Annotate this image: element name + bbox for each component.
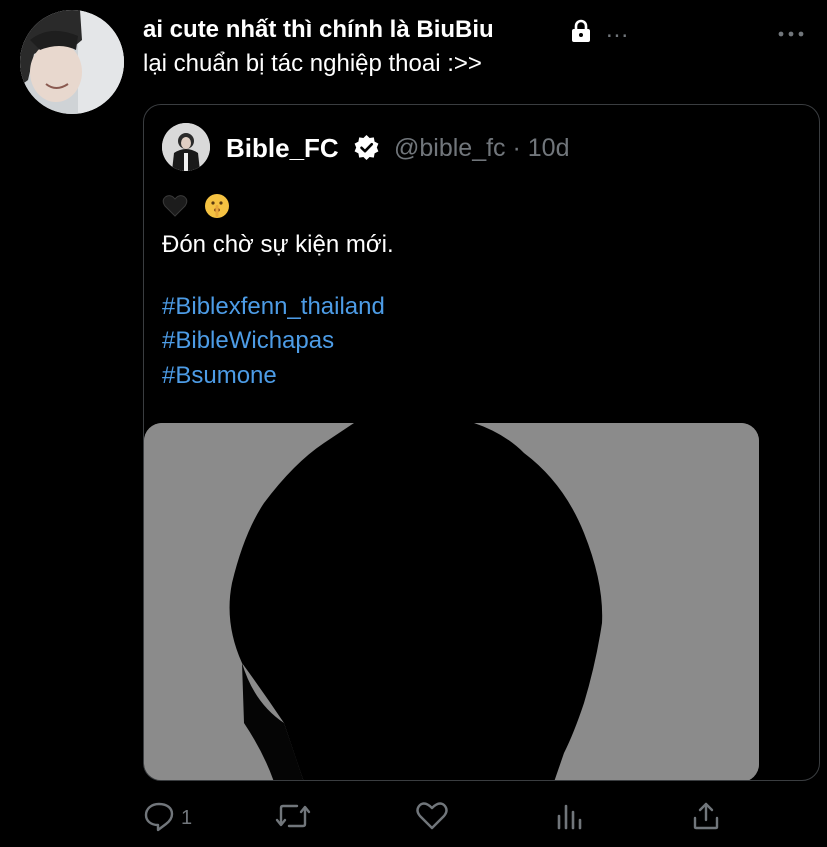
black-heart-icon bbox=[162, 194, 188, 218]
quoted-media-image[interactable] bbox=[144, 423, 759, 780]
author-name[interactable]: ai cute nhất thì chính là BiuBiu bbox=[143, 16, 494, 44]
shushing-face-icon bbox=[204, 193, 230, 219]
reply-icon bbox=[143, 800, 175, 832]
author-avatar[interactable] bbox=[20, 10, 124, 114]
share-icon bbox=[691, 800, 721, 832]
lock-icon bbox=[568, 18, 594, 44]
hashtag-link[interactable]: #BibleWichapas bbox=[162, 327, 334, 355]
tweet-header: ai cute nhất thì chính là BiuBiu ... bbox=[143, 14, 823, 54]
tweet-action-bar: 1 bbox=[143, 800, 743, 840]
quoted-emoji-line bbox=[162, 191, 230, 219]
reply-button[interactable]: 1 bbox=[143, 800, 192, 836]
quoted-handle-time: @bible_fc · 10d bbox=[394, 134, 570, 162]
retweet-icon bbox=[275, 800, 311, 832]
tweet-text: lại chuẩn bị tác nghiệp thoai :>> bbox=[143, 50, 482, 77]
retweet-button[interactable] bbox=[275, 800, 311, 836]
quoted-author-avatar[interactable] bbox=[162, 123, 210, 171]
quoted-author-name[interactable]: Bible_FC bbox=[226, 133, 339, 164]
reply-count: 1 bbox=[181, 807, 193, 829]
truncation-ellipsis: ... bbox=[606, 16, 630, 43]
analytics-button[interactable] bbox=[555, 800, 585, 836]
like-button[interactable] bbox=[415, 800, 449, 836]
share-button[interactable] bbox=[691, 800, 721, 836]
analytics-icon bbox=[555, 800, 585, 832]
quoted-tweet[interactable]: Bible_FC @bible_fc · 10d Đón chờ sự kiện… bbox=[143, 104, 820, 781]
hashtag-link[interactable]: #Biblexfenn_thailand bbox=[162, 293, 385, 321]
like-icon bbox=[415, 800, 449, 832]
verified-badge-icon bbox=[352, 134, 381, 163]
hashtag-link[interactable]: #Bsumone bbox=[162, 362, 277, 390]
more-options-icon[interactable] bbox=[771, 22, 811, 46]
quoted-text: Đón chờ sự kiện mới. bbox=[162, 231, 394, 258]
